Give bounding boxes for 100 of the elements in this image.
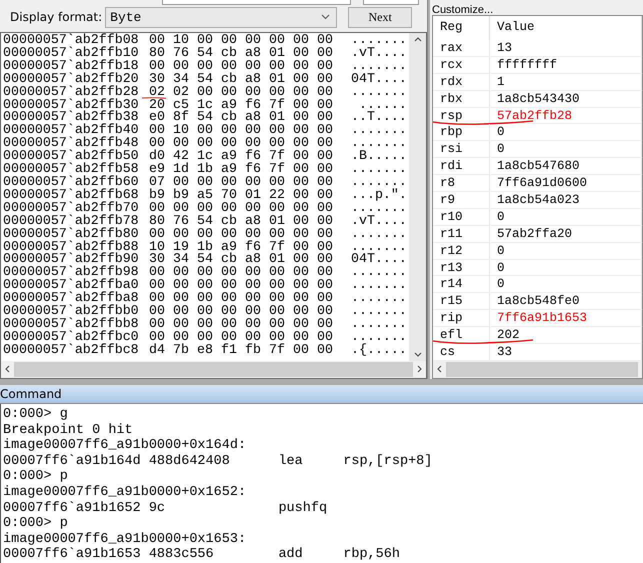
register-name: rax bbox=[433, 40, 490, 56]
register-value: 0 bbox=[490, 242, 642, 259]
register-value: 13 bbox=[490, 40, 642, 56]
memory-byte: e8 bbox=[197, 344, 214, 355]
memory-byte: 00 bbox=[245, 60, 262, 71]
register-name: r10 bbox=[433, 208, 490, 225]
column-header[interactable]: Value bbox=[490, 16, 642, 40]
memory-byte: a8 bbox=[245, 253, 262, 264]
memory-byte: 00 bbox=[317, 344, 334, 355]
memory-byte: 00 bbox=[149, 330, 166, 342]
memory-byte: 00 bbox=[317, 124, 334, 136]
memory-byte: 54 bbox=[197, 46, 214, 58]
register-name: rsp bbox=[433, 108, 490, 124]
memory-byte: f6 bbox=[245, 98, 262, 110]
scroll-left-icon bbox=[5, 365, 10, 374]
memory-byte: 00 bbox=[293, 266, 310, 278]
memory-byte: 00 bbox=[221, 292, 238, 304]
memory-byte: 00 bbox=[197, 176, 214, 187]
horizontal-scrollbar[interactable] bbox=[1, 360, 426, 378]
next-button[interactable]: Next bbox=[348, 6, 412, 28]
memory-byte: 00 bbox=[245, 266, 262, 278]
memory-byte: 00 bbox=[221, 60, 238, 71]
memory-ascii: ....... bbox=[351, 330, 407, 344]
address-field[interactable] bbox=[162, 0, 352, 5]
chevron-down-icon bbox=[321, 14, 330, 20]
memory-byte: 07 bbox=[149, 176, 166, 187]
memory-byte: 00 bbox=[197, 279, 214, 290]
memory-address: 00000057`ab2ffb08 bbox=[3, 34, 140, 47]
memory-byte: 00 bbox=[149, 60, 166, 71]
memory-byte: 00 bbox=[173, 279, 190, 290]
memory-address: 00000057`ab2ffb50 bbox=[3, 150, 140, 164]
memory-byte: 34 bbox=[173, 253, 190, 264]
memory-byte: 00 bbox=[269, 279, 286, 290]
memory-byte: cb bbox=[221, 111, 238, 122]
memory-byte: 42 bbox=[173, 150, 190, 162]
memory-ascii: ....... bbox=[351, 266, 407, 280]
memory-ascii: .B..... bbox=[351, 150, 407, 164]
memory-byte: 00 bbox=[245, 279, 262, 290]
memory-byte: 00 bbox=[317, 176, 334, 187]
memory-byte: 00 bbox=[221, 86, 238, 97]
memory-byte: 00 bbox=[197, 318, 214, 329]
memory-address: 00000057`ab2ffb68 bbox=[3, 188, 140, 202]
memory-byte: 00 bbox=[197, 330, 214, 342]
memory-address: 00000057`ab2ffb78 bbox=[3, 214, 140, 228]
register-value: 7ff6a91d0600 bbox=[490, 175, 642, 192]
register-name: rcx bbox=[433, 56, 490, 73]
memory-byte: 00 bbox=[269, 228, 286, 239]
memory-address: 00000057`ab2ffb10 bbox=[3, 46, 140, 60]
memory-byte: 00 bbox=[173, 137, 190, 148]
memory-byte: 00 bbox=[149, 202, 166, 213]
memory-ascii: .vT.... bbox=[351, 214, 407, 228]
memory-byte: 00 bbox=[149, 137, 166, 148]
memory-byte: f1 bbox=[221, 344, 238, 355]
register-name: rbp bbox=[433, 124, 490, 140]
memory-address: 00000057`ab2ffba8 bbox=[3, 292, 140, 306]
memory-byte: 00 bbox=[317, 330, 334, 342]
register-name: rip bbox=[433, 310, 490, 326]
memory-address: 00000057`ab2ffb18 bbox=[3, 60, 140, 73]
memory-byte: 00 bbox=[245, 318, 262, 329]
memory-ascii: .vT.... bbox=[351, 46, 407, 60]
memory-byte: a8 bbox=[245, 72, 262, 84]
register-name: rsi bbox=[433, 141, 490, 158]
register-name: rbx bbox=[433, 90, 490, 107]
register-name: r11 bbox=[433, 226, 490, 242]
memory-byte: 00 bbox=[245, 176, 262, 187]
memory-address: 00000057`ab2ffb90 bbox=[3, 253, 140, 266]
memory-ascii: ....... bbox=[351, 163, 407, 176]
memory-ascii: ....... bbox=[351, 228, 407, 240]
memory-byte: 00 bbox=[221, 318, 238, 329]
memory-byte: 00 bbox=[293, 253, 310, 264]
register-value: 33 bbox=[490, 344, 642, 360]
memory-byte: cb bbox=[221, 72, 238, 84]
memory-ascii: ....... bbox=[351, 124, 407, 138]
memory-byte: 00 bbox=[317, 98, 334, 110]
memory-byte: 00 bbox=[293, 137, 310, 148]
column-header[interactable]: Reg bbox=[433, 16, 490, 40]
memory-byte: 00 bbox=[221, 124, 238, 136]
memory-byte: 00 bbox=[269, 292, 286, 304]
register-name: rdx bbox=[433, 74, 490, 90]
toolbar-button[interactable] bbox=[363, 0, 419, 5]
memory-address: 00000057`ab2ffb30 bbox=[3, 98, 140, 112]
display-format-dropdown[interactable]: Byte bbox=[105, 6, 338, 28]
memory-byte: 20 bbox=[149, 98, 166, 110]
memory-byte: 00 bbox=[269, 60, 286, 71]
memory-address: 00000057`ab2ffb20 bbox=[3, 72, 140, 86]
memory-byte: 00 bbox=[293, 150, 310, 162]
command-line: 00007ff6`a91b1653 4883c556 add rbp,56h bbox=[3, 547, 401, 563]
horizontal-scrollbar[interactable] bbox=[433, 360, 642, 378]
register-name: r13 bbox=[433, 260, 490, 276]
command-line: Breakpoint 0 hit bbox=[3, 422, 134, 438]
memory-byte: 00 bbox=[293, 292, 310, 304]
memory-ascii: ....... bbox=[351, 176, 407, 189]
vertical-scrollbar[interactable] bbox=[409, 33, 426, 361]
memory-byte: 00 bbox=[317, 228, 334, 239]
memory-byte: 00 bbox=[245, 292, 262, 304]
register-value: 1a8cb547680 bbox=[490, 158, 642, 174]
memory-byte: 00 bbox=[293, 240, 310, 252]
memory-byte: 00 bbox=[317, 214, 334, 226]
memory-byte: a8 bbox=[245, 214, 262, 226]
memory-byte: 00 bbox=[269, 137, 286, 148]
